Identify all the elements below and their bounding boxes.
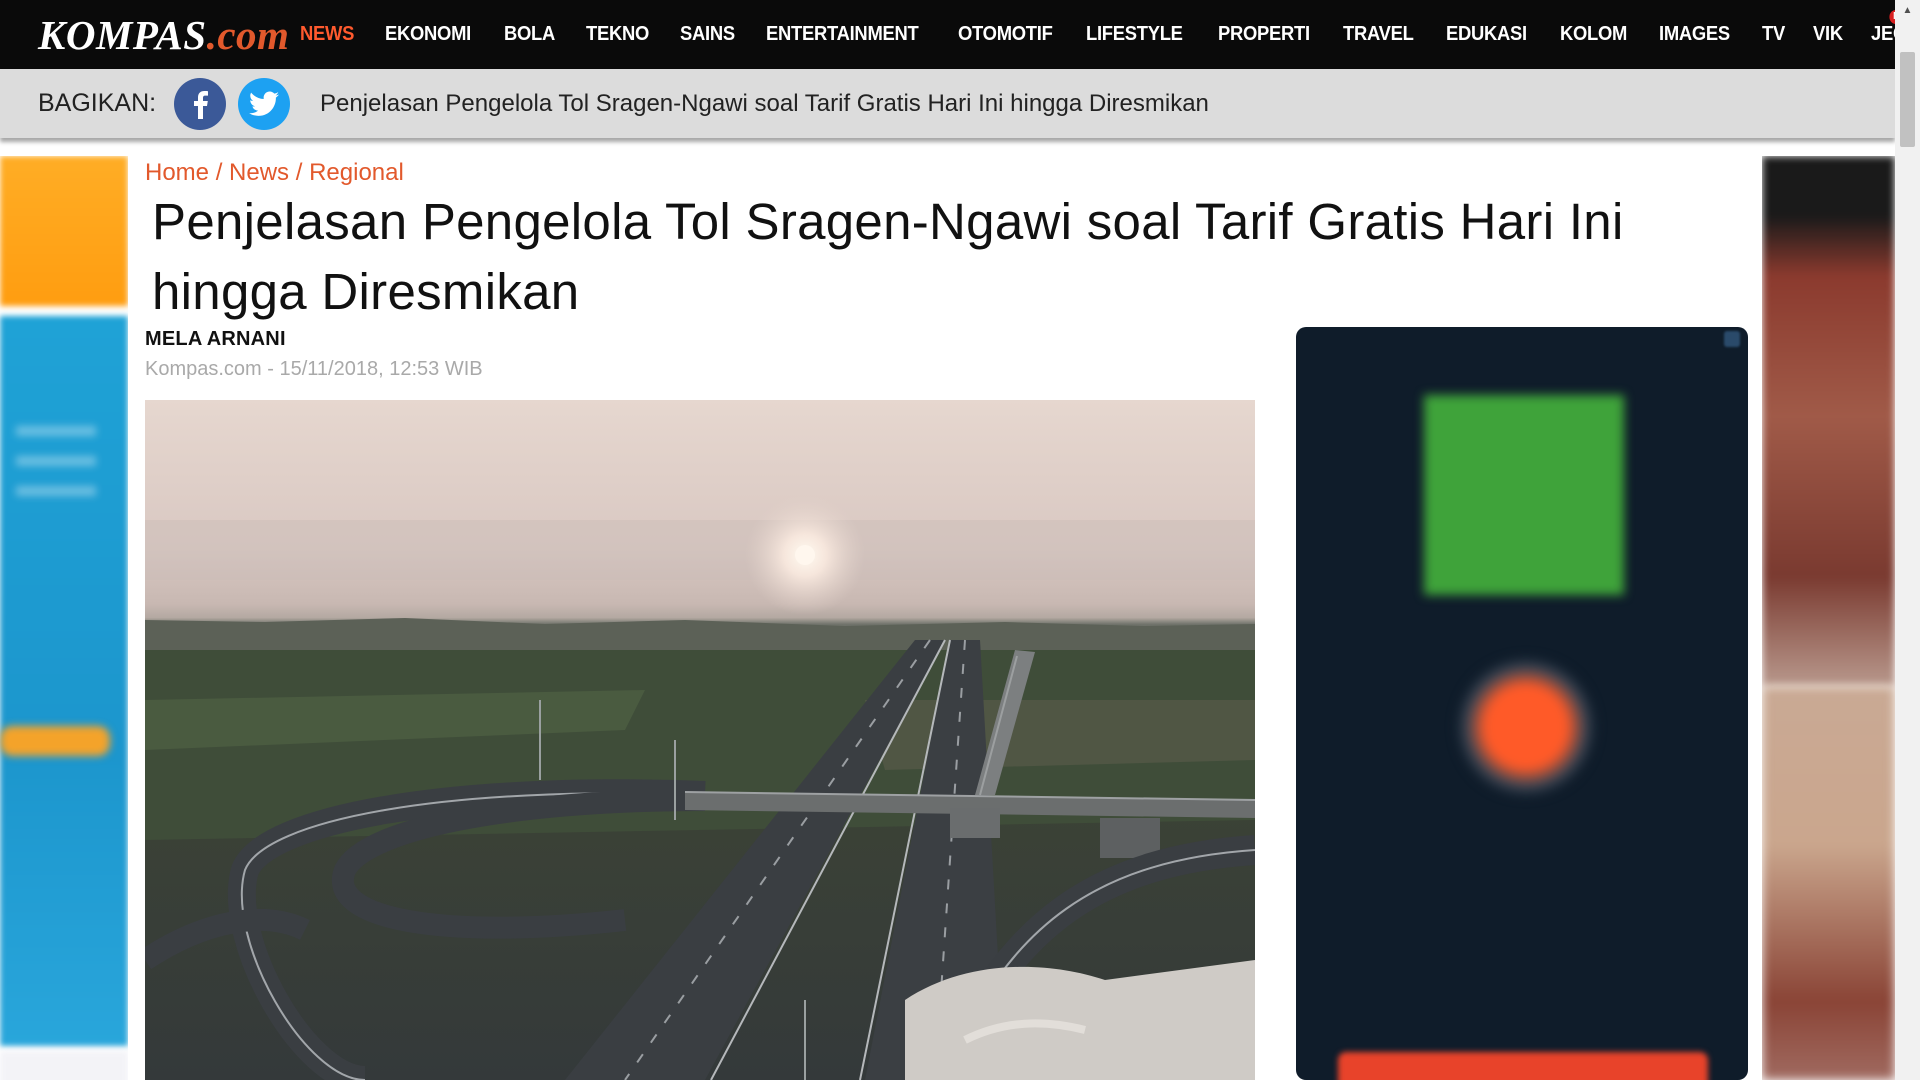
toll-road-photo	[145, 495, 1255, 1080]
left-side-ad[interactable]	[0, 156, 128, 1080]
ad-blur-text	[16, 456, 96, 466]
nav-item-label: BOLA	[504, 23, 556, 45]
nav-item-label: IMAGES	[1658, 23, 1730, 45]
nav-item-label: SAINS	[680, 23, 736, 45]
ad-blur-text	[16, 486, 96, 496]
nav-item-label: TV	[1762, 23, 1786, 45]
ad-block	[1762, 156, 1895, 686]
article-dateline: Kompas.com - 15/11/2018, 12:53 WIB	[145, 358, 483, 380]
twitter-icon	[249, 91, 279, 116]
breadcrumb-link-regional[interactable]: Regional	[309, 159, 404, 186]
nav-item-label: EKONOMI	[384, 23, 471, 45]
breadcrumb: Home / News / Regional	[145, 158, 404, 188]
article-photo[interactable]	[145, 400, 1255, 1080]
nav-item-properti[interactable]: PROPERTI	[1218, 0, 1310, 69]
nav-item-edukasi[interactable]: EDUKASI	[1446, 0, 1527, 69]
nav-item-label: LIFESTYLE	[1086, 23, 1184, 45]
article-author[interactable]: MELA ARNANI	[145, 328, 286, 351]
nav-item-label: PROPERTI	[1217, 23, 1310, 45]
logo-main: KOMPAS	[38, 12, 207, 58]
article-headline: Penjelasan Pengelola Tol Sragen-Ngawi so…	[152, 193, 1624, 320]
nav-item-images[interactable]: IMAGES	[1659, 0, 1730, 69]
breadcrumb-link-news[interactable]: News	[229, 159, 289, 186]
ad-block	[0, 156, 128, 306]
page-scrollbar[interactable]: ▲	[1895, 0, 1920, 1080]
nav-item-tv[interactable]: TV	[1762, 0, 1785, 69]
ad-choices-icon[interactable]	[1724, 331, 1740, 347]
nav-item-sains[interactable]: SAINS	[680, 0, 735, 69]
ad-block	[0, 726, 110, 756]
sidebar-ad[interactable]	[1296, 327, 1748, 1080]
ad-logo	[1424, 395, 1624, 595]
share-bar: BAGIKAN: Penjelasan Pengelola Tol Sragen…	[0, 69, 1895, 138]
nav-item-label: TEKNO	[585, 23, 649, 45]
nav-item-kolom[interactable]: KOLOM	[1560, 0, 1627, 69]
twitter-share-button[interactable]	[238, 78, 290, 130]
nav-item-label: EDUKASI	[1446, 23, 1527, 45]
ad-graphic	[1456, 657, 1596, 797]
facebook-icon	[194, 91, 208, 119]
ad-cta-button[interactable]	[1338, 1052, 1708, 1080]
ad-blur-text	[16, 426, 96, 436]
site-logo[interactable]: KOMPAS.com	[38, 10, 289, 60]
logo-suffix: .com	[206, 12, 290, 58]
nav-item-label: NEWS	[300, 23, 355, 45]
nav-item-label: ENTERTAINMENT	[765, 23, 919, 45]
nav-item-label: OTOMOTIF	[957, 23, 1053, 45]
nav-item-entertainment[interactable]: ENTERTAINMENT	[765, 0, 919, 69]
right-side-ad[interactable]	[1762, 156, 1895, 1080]
main-nav: NEWS EKONOMI BOLA TEKNO SAINS ENTERTAINMENT OT…	[300, 0, 1920, 69]
nav-item-ekonomi[interactable]: EKONOMI	[385, 0, 471, 69]
breadcrumb-separator: /	[289, 159, 310, 186]
nav-item-lifestyle[interactable]: LIFESTYLE	[1086, 0, 1183, 69]
nav-item-label: KOLOM	[1559, 23, 1628, 45]
scroll-up-arrow-icon[interactable]: ▲	[1895, 0, 1920, 20]
ad-block	[0, 1051, 128, 1080]
nav-item-news[interactable]: NEWS	[300, 0, 354, 69]
nav-item-label: TRAVEL	[1343, 23, 1414, 45]
top-navbar: KOMPAS.com NEWS EKONOMI BOLA TEKNO SAINS ENTE…	[0, 0, 1918, 69]
breadcrumb-separator: /	[209, 159, 230, 186]
nav-item-tekno[interactable]: TEKNO	[586, 0, 649, 69]
nav-item-label: VIK	[1813, 23, 1843, 45]
share-label: BAGIKAN:	[38, 89, 157, 117]
nav-item-bola[interactable]: BOLA	[504, 0, 555, 69]
nav-item-otomotif[interactable]: OTOMOTIF	[958, 0, 1053, 69]
ad-block	[1762, 686, 1895, 1080]
scroll-thumb[interactable]	[1900, 52, 1915, 147]
share-bar-title: Penjelasan Pengelola Tol Sragen-Ngawi so…	[320, 90, 1209, 117]
facebook-share-button[interactable]	[174, 78, 226, 130]
nav-item-vik[interactable]: VIK	[1813, 0, 1843, 69]
nav-item-travel[interactable]: TRAVEL	[1343, 0, 1414, 69]
breadcrumb-link-home[interactable]: Home	[145, 159, 209, 186]
